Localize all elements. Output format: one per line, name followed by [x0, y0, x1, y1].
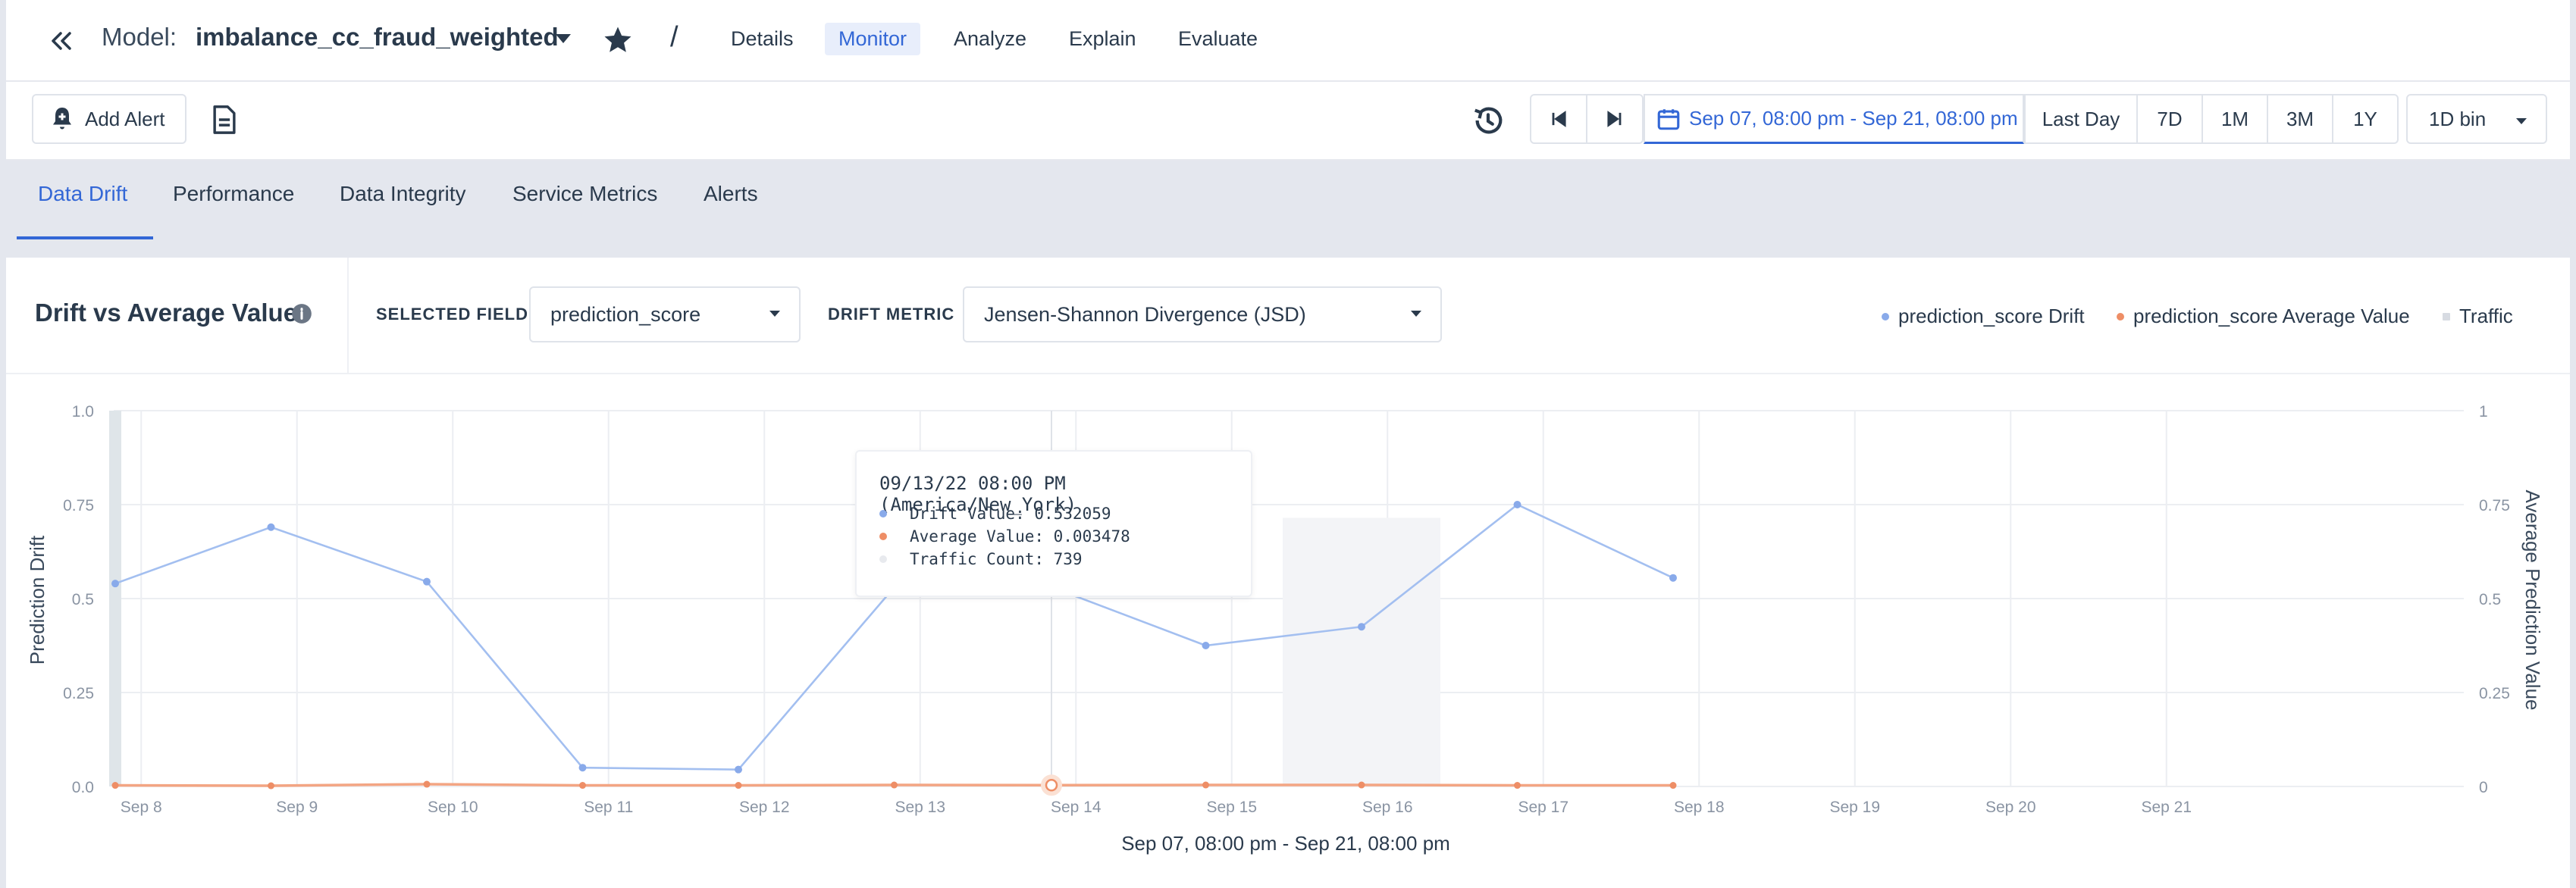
x-tick-label: Sep 10	[428, 799, 478, 816]
drift-chart[interactable]: 0.0 0 0.25 0.25 0.5 0.5 0.75 0.75 1.0 1 Sep 8 Sep 9…	[0, 0, 2576, 888]
drift-point	[735, 765, 742, 774]
y2-tick-label: 0.75	[2479, 497, 2510, 514]
y2-tick-label: 0.25	[2479, 685, 2510, 702]
x-tick-label: Sep 14	[1051, 799, 1102, 816]
average-point	[1669, 782, 1677, 790]
y-axis-title: Prediction Drift	[26, 535, 49, 664]
drift-point	[1513, 501, 1521, 508]
x-tick-label: Sep 21	[2141, 799, 2192, 816]
tooltip-drift-row: Drift Value: 0.532059	[879, 505, 1111, 523]
x-tick-label: Sep 11	[584, 799, 633, 816]
x-tick-label: Sep 20	[1985, 799, 2036, 816]
drift-point	[423, 577, 431, 586]
average-point	[579, 782, 586, 790]
drift-point	[578, 764, 587, 772]
average-point	[1514, 782, 1521, 790]
y-tick-label: 0.25	[63, 685, 94, 702]
drift-point	[1669, 574, 1677, 582]
y2-axis-title: Average Prediction Value	[2521, 489, 2544, 710]
tooltip-drift-value: Drift Value: 0.532059	[910, 505, 1111, 523]
tooltip-traffic-row: Traffic Count: 739	[879, 550, 1083, 568]
x-axis-title: Sep 07, 08:00 pm - Sep 21, 08:00 pm	[1121, 832, 1450, 855]
y-tick-label: 1.0	[72, 403, 94, 421]
tooltip-average-value: Average Value: 0.003478	[910, 527, 1130, 546]
average-point	[891, 781, 898, 789]
y-tick-label: 0.75	[63, 497, 94, 514]
average-point-highlight	[1045, 779, 1058, 792]
tooltip-average-row: Average Value: 0.003478	[879, 527, 1130, 546]
drift-point	[1358, 623, 1365, 631]
average-point	[735, 782, 742, 790]
average-point	[1358, 781, 1365, 789]
drift-point	[1202, 642, 1210, 649]
x-tick-label: Sep 18	[1674, 799, 1725, 816]
tooltip-traffic-marker	[879, 555, 887, 563]
y2-tick-label: 0	[2479, 779, 2488, 796]
y-tick-label: 0.0	[72, 779, 94, 796]
x-tick-label: Sep 9	[276, 799, 318, 816]
x-tick-label: Sep 17	[1518, 799, 1568, 816]
tooltip-traffic-value: Traffic Count: 739	[910, 550, 1083, 568]
drift-point	[267, 523, 275, 531]
x-tick-label: Sep 15	[1206, 799, 1257, 816]
average-point	[268, 782, 274, 790]
x-tick-label: Sep 12	[739, 799, 790, 816]
chart-tooltip: 09/13/22 08:00 PM (America/New_York) Dri…	[855, 450, 1252, 597]
traffic-bar	[109, 411, 121, 786]
y-tick-label: 0.5	[72, 591, 94, 608]
x-tick-label: Sep 8	[121, 799, 162, 816]
tooltip-drift-marker	[879, 510, 887, 517]
average-point	[1202, 781, 1209, 789]
y2-tick-label: 0.5	[2479, 591, 2501, 608]
average-point	[423, 780, 431, 788]
drift-point	[111, 580, 119, 588]
x-tick-label: Sep 19	[1829, 799, 1880, 816]
x-tick-label: Sep 16	[1362, 799, 1413, 816]
y2-tick-label: 1	[2479, 403, 2488, 421]
average-point	[111, 782, 119, 790]
x-tick-label: Sep 13	[895, 799, 945, 816]
traffic-bar	[1283, 517, 1440, 786]
tooltip-average-marker	[879, 533, 887, 540]
